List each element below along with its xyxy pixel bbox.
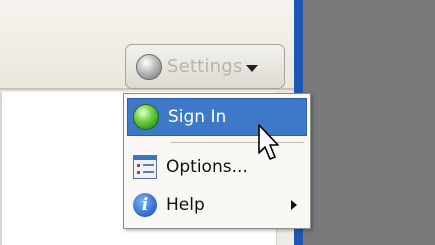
background-gray-area (303, 0, 435, 245)
settings-label: Settings (167, 56, 243, 77)
menu-item-label: Help (166, 195, 205, 215)
green-orb-icon (133, 104, 159, 130)
caret-down-icon (246, 65, 259, 72)
menu-separator (170, 142, 304, 143)
menu-item-label: Sign In (168, 107, 227, 127)
content-border (0, 92, 2, 245)
mouse-cursor-icon (258, 124, 279, 160)
info-icon: i (133, 193, 157, 217)
settings-dropdown-menu: Sign In Options... i Help (123, 93, 311, 229)
settings-button[interactable]: Settings (125, 44, 285, 89)
submenu-arrow-icon (291, 200, 297, 210)
menu-item-help[interactable]: i Help (127, 186, 307, 224)
options-list-icon (133, 155, 157, 179)
menu-item-label: Options... (166, 157, 248, 177)
gray-orb-icon (136, 53, 162, 80)
